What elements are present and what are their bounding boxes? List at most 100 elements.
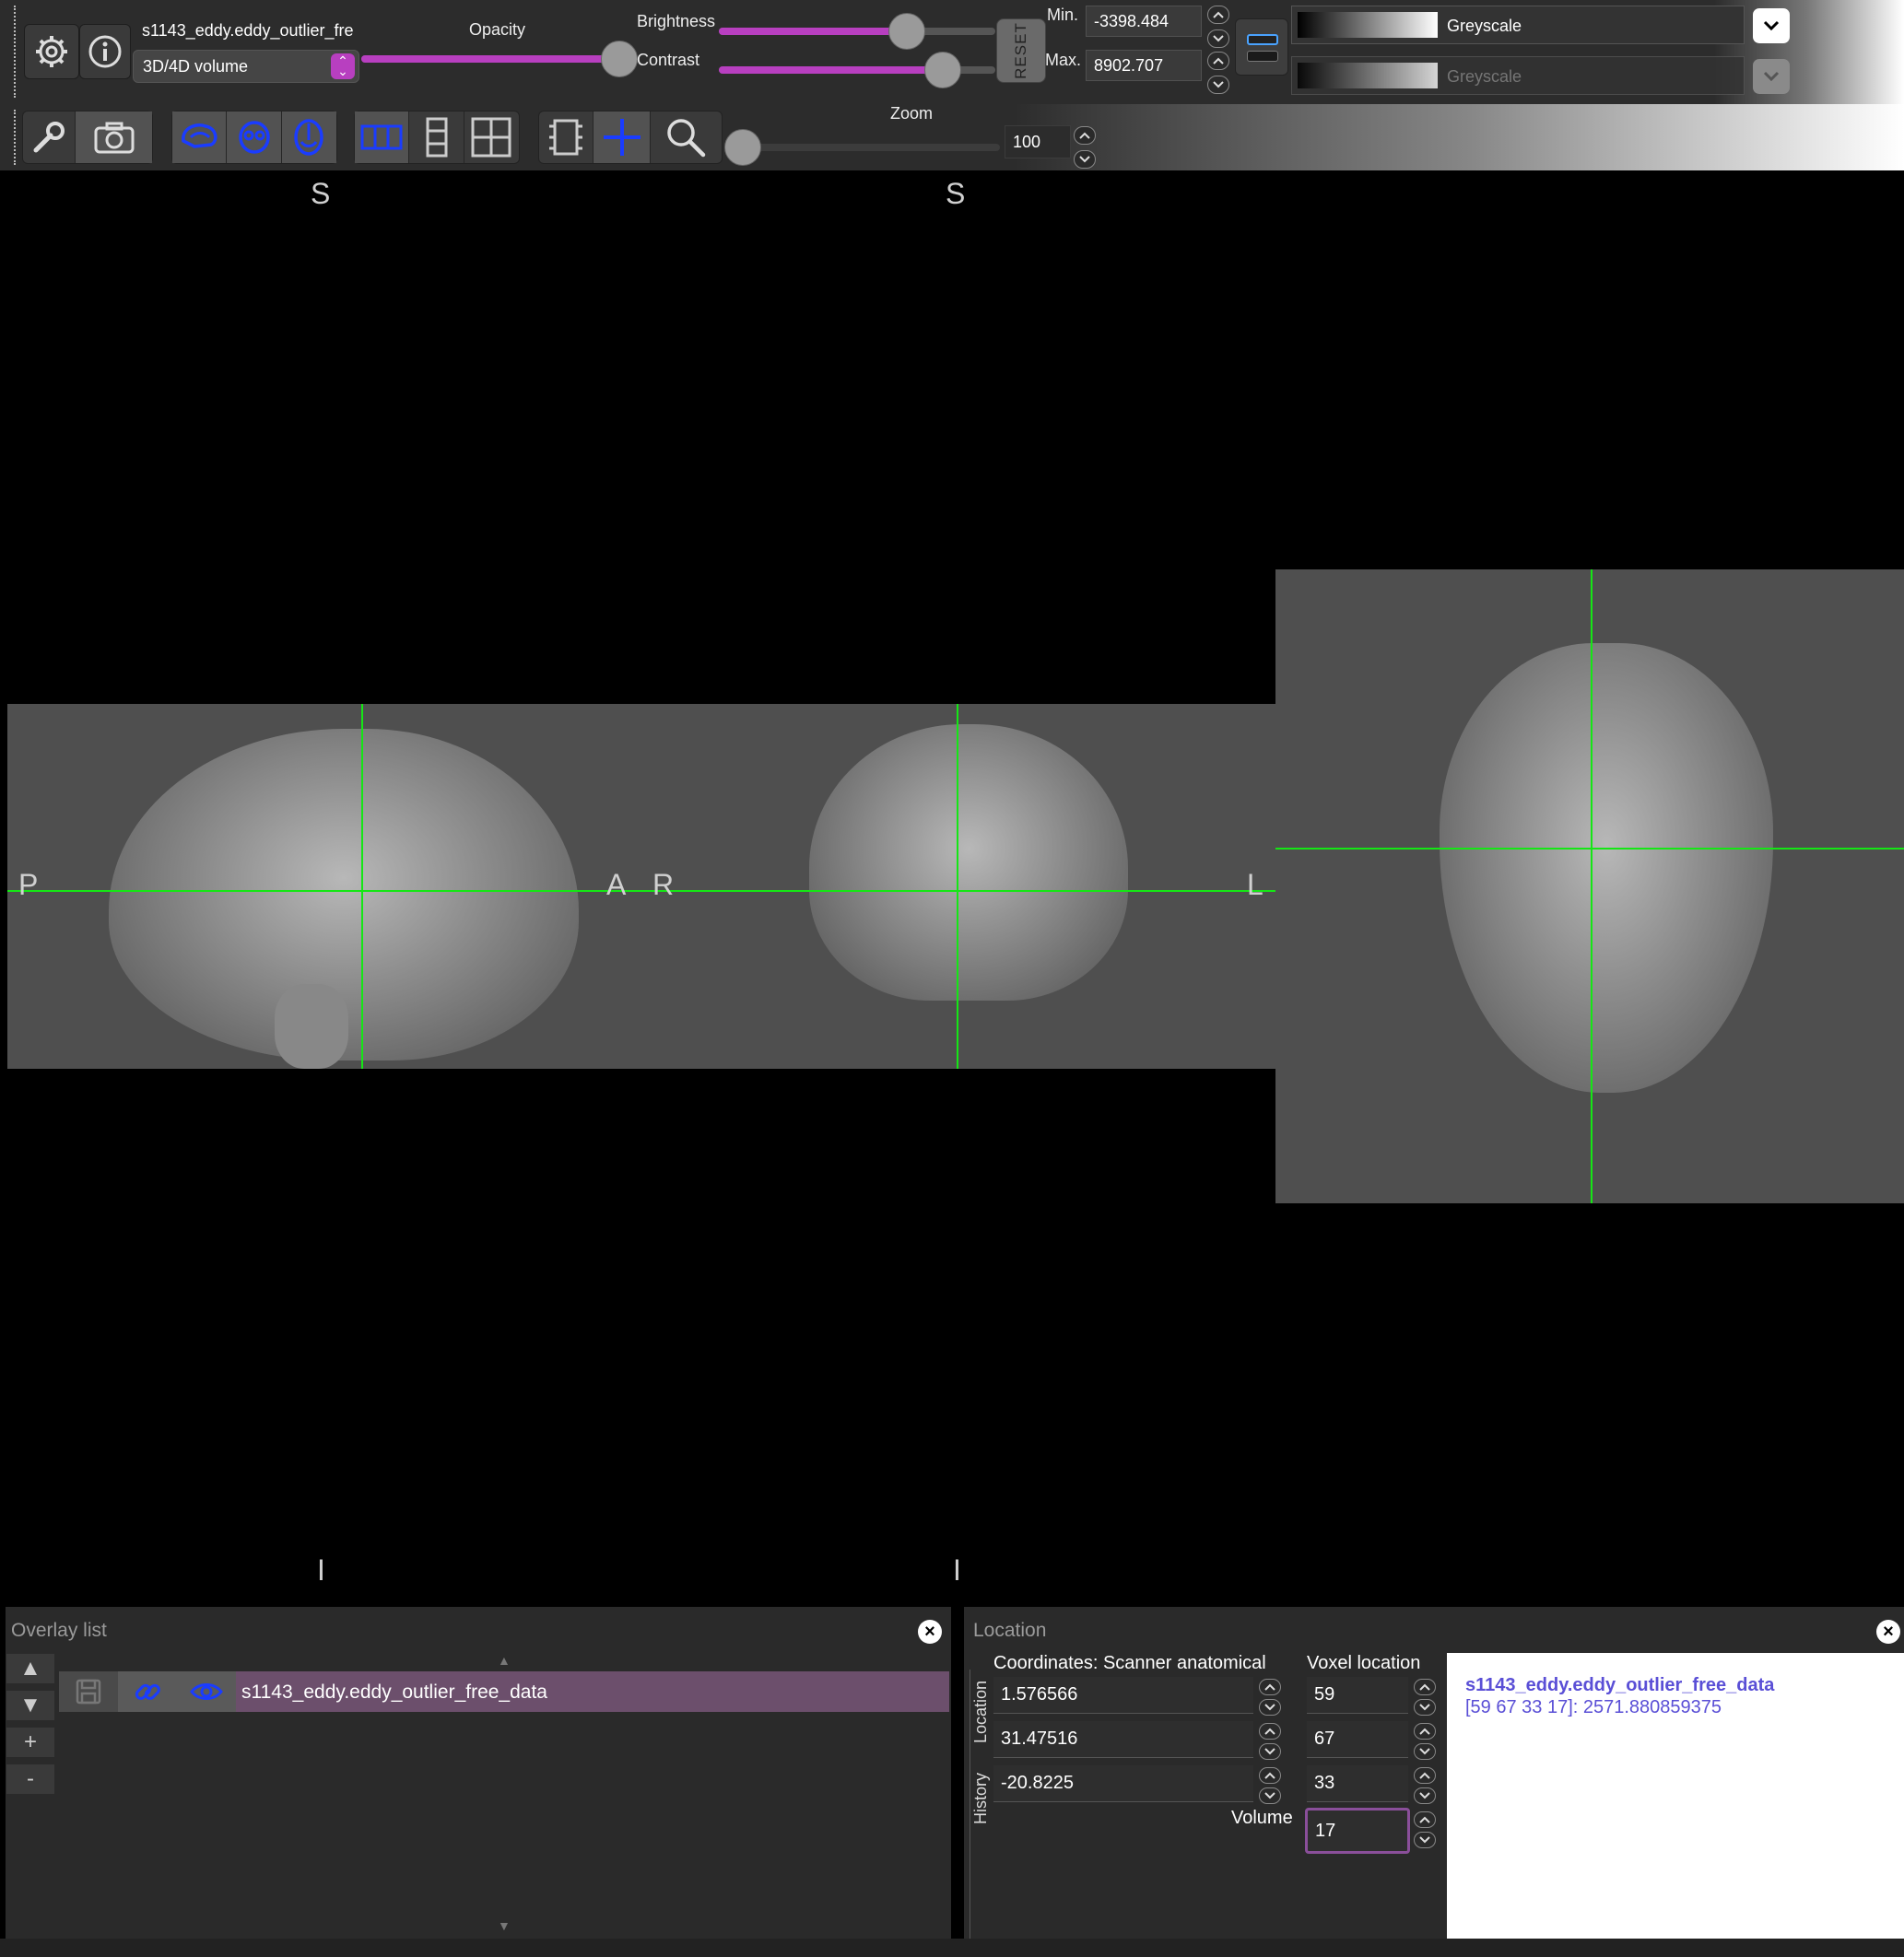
min-value-field[interactable]: -3398.484 (1086, 6, 1202, 37)
down-arrow-icon[interactable] (1414, 1699, 1436, 1716)
coord-y-spinner[interactable] (1257, 1723, 1283, 1760)
zoom-tool-button[interactable] (651, 111, 722, 163)
add-overlay-button[interactable]: + (6, 1727, 55, 1758)
film-icon (549, 119, 583, 156)
voxel-y-spinner[interactable] (1412, 1723, 1438, 1760)
min-down-arrow-icon[interactable] (1207, 29, 1229, 48)
close-location-icon[interactable]: × (1876, 1620, 1900, 1644)
link-overlay-button[interactable] (118, 1671, 177, 1712)
toggle-coronal-button[interactable] (227, 111, 282, 163)
up-arrow-icon[interactable] (1259, 1723, 1281, 1740)
toolbar-grip-2[interactable] (14, 110, 18, 165)
voxel-y-field[interactable]: 67 (1307, 1721, 1408, 1758)
max-down-arrow-icon[interactable] (1207, 76, 1229, 94)
zoom-down-arrow-icon[interactable] (1074, 150, 1096, 169)
tab-history[interactable]: History (971, 1773, 991, 1824)
brightness-slider[interactable] (719, 28, 995, 35)
up-arrow-icon[interactable] (1414, 1723, 1436, 1740)
min-spinner[interactable] (1205, 6, 1231, 48)
volume-field[interactable]: 17 (1305, 1808, 1410, 1854)
voxel-z-field[interactable]: 33 (1307, 1765, 1408, 1802)
down-arrow-icon[interactable] (1259, 1787, 1281, 1804)
up-arrow-icon[interactable] (1259, 1767, 1281, 1784)
chain-link-icon (135, 1683, 160, 1700)
brightness-label: Brightness (637, 12, 716, 30)
sagittal-label-superior: S (311, 177, 331, 210)
coord-x-field[interactable]: 1.576566 (993, 1677, 1253, 1714)
remove-overlay-button[interactable]: - (6, 1764, 55, 1795)
down-arrow-icon[interactable] (1259, 1699, 1281, 1716)
opacity-slider-knob[interactable] (601, 41, 638, 77)
select-arrows-icon: ⌃ ⌄ (331, 53, 355, 79)
reset-button[interactable]: RESET (996, 18, 1046, 83)
voxel-x-spinner[interactable] (1412, 1679, 1438, 1716)
location-panel: Location × Location History Coordinates:… (964, 1607, 1904, 1939)
up-arrow-icon[interactable] (1414, 1679, 1436, 1695)
down-arrow-icon[interactable] (1414, 1787, 1436, 1804)
close-overlay-list-icon[interactable]: × (918, 1620, 942, 1644)
down-arrow-icon[interactable] (1259, 1743, 1281, 1760)
overlay-list-item[interactable]: s1143_eddy.eddy_outlier_free_data (59, 1671, 949, 1712)
location-info-box: s1143_eddy.eddy_outlier_free_data [59 67… (1447, 1653, 1904, 1939)
overlay-list-scroll-up[interactable]: ▲ (498, 1653, 511, 1668)
brightness-slider-knob[interactable] (888, 13, 925, 50)
toggle-sagittal-button[interactable] (172, 111, 228, 163)
overlay-display-toolbar: s1143_eddy.eddy_outlier_fre 3D/4D volume… (0, 0, 1904, 104)
coord-y-field[interactable]: 31.47516 (993, 1721, 1253, 1758)
colormap-primary-select[interactable]: Greyscale (1291, 6, 1745, 44)
info-button[interactable] (79, 24, 131, 79)
zoom-spinner[interactable] (1072, 126, 1098, 169)
max-up-arrow-icon[interactable] (1207, 52, 1229, 70)
magnifier-icon (667, 119, 706, 158)
layout-grid-button[interactable] (464, 111, 519, 163)
view-settings-button[interactable] (23, 111, 76, 163)
move-down-button[interactable]: ▼ (6, 1690, 55, 1721)
movie-mode-button[interactable] (539, 111, 594, 163)
down-arrow-icon[interactable] (1414, 1832, 1436, 1848)
overlay-name-field[interactable]: s1143_eddy.eddy_outlier_fre (133, 15, 359, 46)
toolbar-grip[interactable] (14, 6, 18, 98)
coord-x-spinner[interactable] (1257, 1679, 1283, 1716)
down-arrow-icon[interactable] (1414, 1743, 1436, 1760)
tab-location[interactable]: Location (971, 1681, 991, 1743)
contrast-label: Contrast (637, 51, 700, 69)
toggle-axial-button[interactable] (281, 111, 337, 163)
up-arrow-icon[interactable] (1414, 1811, 1436, 1828)
voxel-x-field[interactable]: 59 (1307, 1677, 1408, 1714)
zoom-value-field[interactable]: 100 (1005, 125, 1071, 158)
volume-spinner[interactable] (1412, 1811, 1438, 1848)
coord-z-spinner[interactable] (1257, 1767, 1283, 1804)
zoom-slider[interactable] (728, 144, 1000, 151)
zoom-up-arrow-icon[interactable] (1074, 126, 1096, 145)
up-arrow-icon[interactable] (1414, 1767, 1436, 1784)
zoom-slider-knob[interactable] (724, 129, 761, 166)
coronal-crosshair-vertical (957, 704, 958, 1069)
max-value-field[interactable]: 8902.707 (1086, 50, 1202, 81)
voxel-z-spinner[interactable] (1412, 1767, 1438, 1804)
visibility-toggle-button[interactable] (177, 1671, 236, 1712)
screenshot-button[interactable] (76, 111, 152, 163)
layout-horizontal-button[interactable] (355, 111, 410, 163)
opacity-slider[interactable] (361, 55, 619, 63)
cursor-toggle-button[interactable] (594, 111, 651, 163)
crosshair-icon (603, 119, 641, 156)
coord-z-field[interactable]: -20.8225 (993, 1765, 1253, 1802)
overlay-list-scroll-down[interactable]: ▼ (498, 1918, 511, 1933)
overlay-type-select[interactable]: 3D/4D volume ⌃ ⌄ (133, 50, 359, 83)
colormap-primary-dropdown[interactable] (1753, 8, 1790, 43)
contrast-slider-knob[interactable] (924, 52, 961, 88)
settings-button[interactable] (24, 24, 79, 79)
max-spinner[interactable] (1205, 52, 1231, 94)
move-up-button[interactable]: ▲ (6, 1653, 55, 1684)
zoom-label: Zoom (890, 104, 934, 123)
ortho-viewer[interactable]: S I P A S I R L (7, 173, 1904, 1600)
axial-crosshair-vertical (1591, 569, 1593, 1203)
layout-vertical-button[interactable] (409, 111, 464, 163)
up-arrow-icon[interactable] (1259, 1679, 1281, 1695)
layout-horizontal-icon (360, 124, 403, 150)
coronal-label-inferior: I (953, 1553, 961, 1587)
min-up-arrow-icon[interactable] (1207, 6, 1229, 24)
coronal-brain-image[interactable] (809, 724, 1128, 1001)
save-overlay-button[interactable] (59, 1671, 118, 1712)
link-range-toggle[interactable] (1235, 18, 1288, 76)
